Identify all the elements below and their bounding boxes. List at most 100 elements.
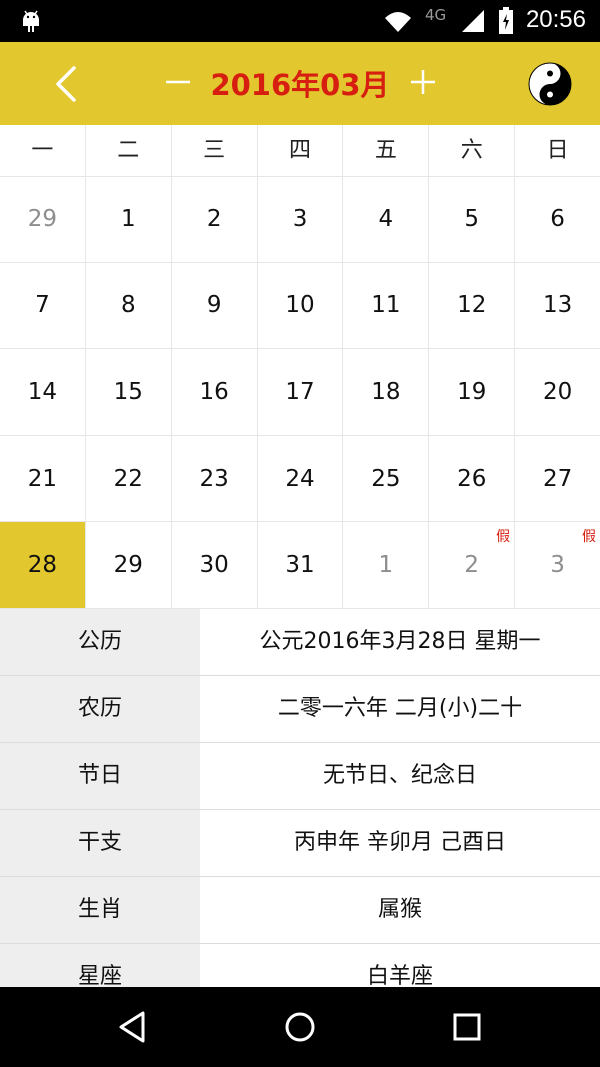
calendar-day[interactable]: 31 [258, 522, 344, 608]
calendar-day[interactable]: 1 [343, 522, 430, 608]
calendar-day[interactable]: 17 [258, 349, 344, 435]
calendar-week-row: 21 22 23 24 25 26 27 [0, 435, 600, 523]
calendar-day[interactable]: 5 [429, 176, 516, 262]
day-number: 16 [199, 378, 229, 405]
weekday-header: 一 二 三 四 五 六 日 [0, 125, 600, 177]
calendar-day[interactable]: 6 [515, 176, 600, 262]
calendar-day[interactable]: 19 [429, 349, 516, 435]
signal-icon [462, 10, 484, 32]
plus-icon[interactable] [405, 60, 441, 104]
calendar-day[interactable]: 8 [86, 262, 172, 349]
calendar-day[interactable]: 27 [515, 436, 600, 522]
navigation-bar [0, 987, 600, 1067]
home-icon[interactable] [280, 1007, 320, 1047]
info-label: 节日 [0, 743, 200, 809]
calendar-week-row: 7 8 9 10 11 12 13 [0, 262, 600, 350]
calendar-day[interactable]: 29 [0, 176, 86, 262]
day-number: 5 [464, 205, 480, 232]
android-icon [23, 10, 39, 32]
recents-icon[interactable] [447, 1007, 487, 1047]
day-number: 9 [206, 292, 222, 319]
calendar-header: 2016年03月 [0, 42, 600, 125]
calendar-day[interactable]: 26 [429, 435, 516, 522]
chevron-left-icon[interactable] [48, 62, 88, 106]
day-number: 17 [285, 378, 315, 405]
calendar-day[interactable]: 11 [343, 262, 430, 349]
weekday-sat: 六 [429, 125, 516, 176]
calendar-day-selected[interactable]: 28 [0, 522, 86, 608]
weekday-mon: 一 [0, 125, 86, 176]
calendar-day[interactable]: 3假 [515, 522, 600, 608]
info-label: 生肖 [0, 877, 200, 943]
calendar-day[interactable]: 23 [172, 435, 258, 522]
day-number: 3 [292, 205, 308, 232]
calendar-grid: 29 1 2 3 4 5 6 7 8 9 10 11 12 13 14 15 16 17 18 19 20 21 22 23 2… [0, 176, 600, 609]
info-value: 公元2016年3月28日 星期一 [200, 609, 600, 675]
calendar-day[interactable]: 30 [172, 522, 258, 608]
calendar-day[interactable]: 24 [258, 435, 344, 522]
calendar-day[interactable]: 29 [86, 522, 172, 608]
calendar-day[interactable]: 7 [0, 262, 86, 349]
network-type: 4G [425, 6, 447, 24]
info-label: 公历 [0, 609, 200, 675]
day-number: 13 [542, 292, 573, 319]
weekday-sun: 日 [546, 138, 569, 163]
info-row: 公历 公元2016年3月28日 星期一 [0, 609, 600, 676]
month-title[interactable]: 2016年03月 [210, 62, 390, 104]
info-row: 生肖 属猴 [0, 877, 600, 944]
day-number: 18 [371, 378, 401, 405]
day-number: 1 [120, 205, 136, 232]
calendar-day[interactable]: 18 [343, 349, 430, 435]
day-number: 11 [371, 292, 401, 319]
yin-yang-icon[interactable] [528, 62, 572, 106]
weekday-wed: 三 [172, 125, 258, 176]
day-number: 3 [550, 552, 565, 579]
status-time: 20:56 [525, 6, 586, 33]
day-number: 1 [378, 552, 394, 579]
calendar-day[interactable]: 9 [172, 262, 258, 349]
calendar-day[interactable]: 14 [0, 349, 86, 435]
calendar-day[interactable]: 21 [0, 435, 86, 522]
calendar-day[interactable]: 15 [86, 349, 172, 435]
day-number: 31 [285, 552, 315, 579]
day-number: 7 [35, 292, 50, 319]
holiday-tag: 假 [582, 529, 597, 546]
calendar-day[interactable]: 10 [258, 262, 344, 349]
weekday-tue: 二 [86, 125, 172, 176]
info-label: 干支 [0, 810, 200, 876]
calendar-day[interactable]: 2假 [429, 522, 516, 608]
back-icon[interactable] [113, 1007, 153, 1047]
weekday-thu: 四 [258, 125, 344, 176]
info-label: 星座 [0, 944, 200, 987]
info-row: 干支 丙申年 辛卯月 己酉日 [0, 810, 600, 877]
minus-icon[interactable] [160, 60, 196, 104]
day-number: 21 [27, 465, 58, 492]
day-number: 12 [457, 292, 487, 319]
info-value: 丙申年 辛卯月 己酉日 [200, 810, 600, 876]
calendar-day[interactable]: 1 [86, 176, 172, 262]
day-number: 2 [206, 205, 222, 232]
calendar-day[interactable]: 2 [172, 176, 258, 262]
calendar-day[interactable]: 16 [172, 349, 258, 435]
info-value: 属猴 [200, 877, 600, 943]
day-number: 20 [542, 378, 573, 405]
calendar-day[interactable]: 3 [258, 176, 344, 262]
calendar-day[interactable]: 20 [515, 349, 600, 435]
wifi-icon [385, 12, 411, 32]
day-number: 19 [457, 378, 487, 405]
calendar-day[interactable]: 4 [343, 176, 430, 262]
holiday-tag: 假 [496, 529, 511, 546]
day-number: 26 [457, 465, 487, 492]
day-number: 22 [113, 465, 143, 492]
day-number: 28 [27, 552, 58, 579]
day-number: 15 [113, 378, 143, 405]
calendar-day[interactable]: 25 [343, 435, 430, 522]
day-number: 2 [464, 552, 480, 579]
calendar-day[interactable]: 12 [429, 262, 516, 349]
calendar-day[interactable]: 13 [515, 263, 600, 349]
day-number: 27 [542, 465, 573, 492]
day-number: 25 [371, 465, 401, 492]
status-bar: 4G 20:56 [0, 0, 600, 42]
day-number: 10 [285, 292, 315, 319]
calendar-day[interactable]: 22 [86, 435, 172, 522]
